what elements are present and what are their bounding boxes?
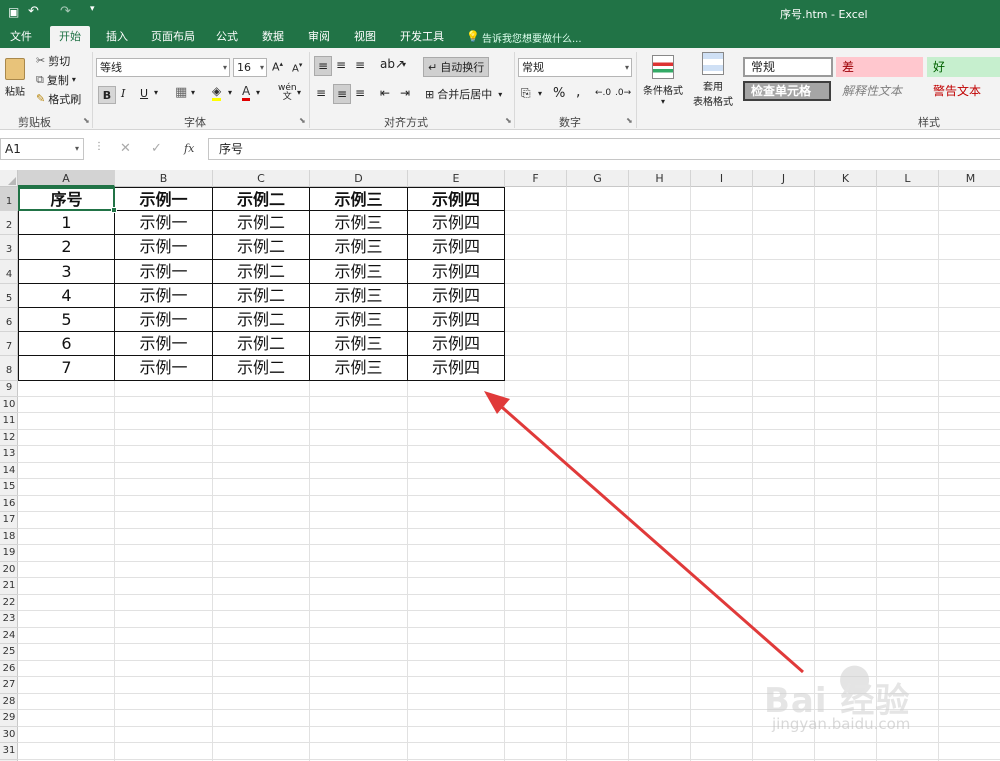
watermark-url: jingyan.baidu.com xyxy=(772,715,911,733)
baidu-watermark: ● Bai 经验 jingyan.baidu.com xyxy=(760,655,960,745)
annotation-arrow xyxy=(484,391,804,674)
arrow-shaft xyxy=(495,400,804,674)
